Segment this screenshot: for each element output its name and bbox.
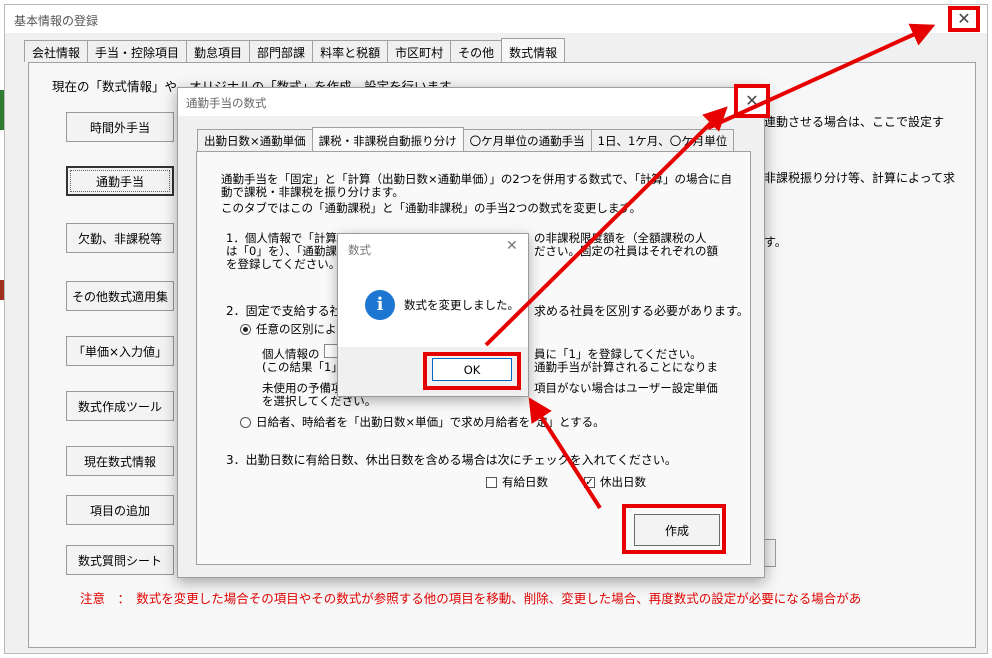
item-select-field[interactable] bbox=[324, 344, 338, 358]
dialog-tab-3[interactable]: 1日、1ケ月、〇ケ月単位 bbox=[590, 129, 735, 151]
formula-tool-button[interactable]: 数式作成ツール bbox=[66, 391, 174, 421]
hidden-button-edge[interactable] bbox=[764, 539, 776, 567]
close-icon[interactable]: ✕ bbox=[506, 238, 518, 254]
paid-days-checkbox[interactable] bbox=[486, 477, 497, 488]
holiday-days-checkbox[interactable]: ✓ bbox=[584, 477, 595, 488]
overtime-allowance-button[interactable]: 時間外手当 bbox=[66, 112, 174, 142]
desc-line-2: 動で課税・非課税を振り分けます。 bbox=[221, 185, 404, 199]
annotation-box-ok bbox=[423, 352, 521, 390]
main-titlebar: 基本情報の登録 bbox=[5, 5, 987, 33]
desc-line-3: このタブではこの「通勤課税」と「通勤非課税」の手当2つの数式を変更します。 bbox=[221, 201, 642, 215]
main-tab-4[interactable]: 料率と税額 bbox=[312, 40, 389, 62]
dialog-title: 通勤手当の数式 bbox=[186, 96, 267, 110]
item2-head-b: 求める社員を区別する必要があります。 bbox=[534, 304, 749, 318]
opt1-detail-6: 項目がない場合はユーザー設定単価 bbox=[534, 381, 718, 395]
main-window-title: 基本情報の登録 bbox=[14, 14, 99, 28]
dialog-titlebar: 通勤手当の数式 bbox=[178, 88, 764, 116]
main-tabs: 会社情報 手当・控除項目 勤怠項目 部門部課 料率と税額 市区町村 その他 数式情報 bbox=[24, 38, 566, 62]
item1-text-e: を登録してください。 bbox=[226, 257, 341, 271]
main-tab-1[interactable]: 手当・控除項目 bbox=[87, 40, 188, 62]
message-box-title: 数式 bbox=[348, 243, 371, 257]
close-icon: ✕ bbox=[745, 91, 759, 110]
right-description-3: す。 bbox=[764, 235, 787, 249]
add-item-button[interactable]: 項目の追加 bbox=[66, 495, 174, 525]
annotation-box-create bbox=[622, 504, 726, 554]
main-tab-7[interactable]: 数式情報 bbox=[501, 38, 566, 62]
message-text: 数式を変更しました。 bbox=[404, 298, 519, 312]
close-icon: ✕ bbox=[957, 9, 971, 28]
dialog-tab-1[interactable]: 課税・非課税自動振り分け bbox=[311, 127, 464, 151]
option-arbitrary-radio[interactable] bbox=[240, 324, 251, 335]
commute-allowance-button[interactable]: 通勤手当 bbox=[66, 166, 174, 196]
dialog-close-button[interactable]: ✕ bbox=[734, 84, 770, 118]
opt1-detail-4: 通勤手当が計算されることになりま bbox=[534, 360, 718, 374]
dialog-tab-0[interactable]: 出勤日数×通勤単価 bbox=[197, 129, 313, 151]
paid-days-label: 有給日数 bbox=[502, 475, 548, 489]
main-tab-0[interactable]: 会社情報 bbox=[24, 40, 89, 62]
right-description-1: 連動させる場合は、ここで設定す bbox=[764, 115, 945, 129]
info-icon: i bbox=[365, 290, 395, 320]
option-daily-hourly-label-b: 定」とする。 bbox=[536, 415, 605, 429]
main-tab-3[interactable]: 部門部課 bbox=[249, 40, 314, 62]
notice-text: 注意 ： 数式を変更した場合その項目やその数式が参照する他の項目を移動、削除、変… bbox=[80, 591, 862, 606]
other-formulas-button[interactable]: その他数式適用集 bbox=[66, 281, 174, 311]
option-arbitrary-label: 任意の区別による bbox=[256, 322, 348, 336]
dialog-tab-2[interactable]: 〇ケ月単位の通勤手当 bbox=[462, 129, 592, 151]
main-tab-2[interactable]: 勤怠項目 bbox=[186, 40, 251, 62]
holiday-days-label: 休出日数 bbox=[600, 475, 646, 489]
formula-question-sheet-button[interactable]: 数式質問シート bbox=[66, 545, 174, 575]
option-daily-hourly-label-a: 日給者、時給者を「出勤日数×単価」で求め月給者を bbox=[256, 415, 531, 429]
option-daily-hourly-radio[interactable] bbox=[240, 417, 251, 428]
dialog-tabs: 出勤日数×通勤単価 課税・非課税自動振り分け 〇ケ月単位の通勤手当 1日、1ケ月、〇ケ… bbox=[197, 127, 735, 151]
unit-price-input-button[interactable]: 「単価×入力値」 bbox=[66, 336, 174, 366]
current-formula-button[interactable]: 現在数式情報 bbox=[66, 446, 174, 476]
item3-text: 3．出勤日数に有給日数、休出日数を含める場合は次にチェックを入れてください。 bbox=[226, 453, 677, 467]
main-tab-6[interactable]: その他 bbox=[450, 40, 503, 62]
right-description-2: 非課税振り分け等、計算によって求 bbox=[764, 171, 956, 185]
main-close-button[interactable]: ✕ bbox=[948, 6, 980, 32]
absence-taxfree-button[interactable]: 欠勤、非課税等 bbox=[66, 223, 174, 253]
main-tab-5[interactable]: 市区町村 bbox=[387, 40, 452, 62]
item2-head-a: 2．固定で支給する社員 bbox=[226, 304, 354, 318]
item1-text-d: ださい。固定の社員はそれぞれの額 bbox=[534, 244, 718, 258]
